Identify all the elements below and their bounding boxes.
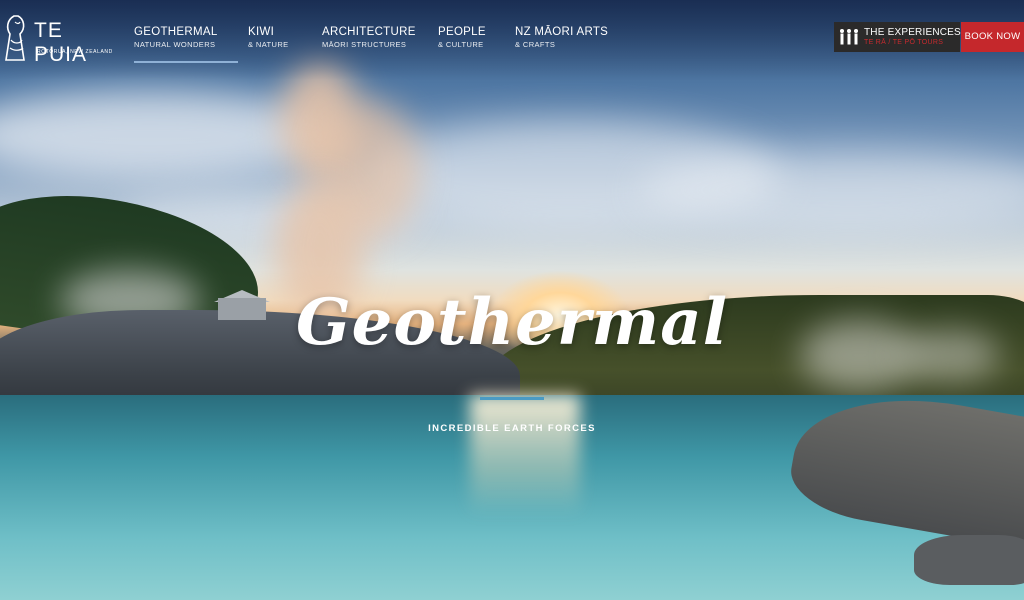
nav-subtitle: & CRAFTS <box>515 40 556 49</box>
nav-item-geothermal[interactable]: GEOTHERMAL NATURAL WONDERS <box>134 26 218 49</box>
te-puia-logo[interactable]: TE PUIA ROTORUA, NEW ZEALAND <box>2 14 113 66</box>
nav-item-architecture[interactable]: ARCHITECTURE MĀORI STRUCTURES <box>322 26 416 49</box>
nav-title: ARCHITECTURE <box>322 26 416 38</box>
active-nav-indicator <box>134 61 238 63</box>
experiences-subtitle: TE RĀ / TE PŌ TOURS <box>864 39 944 46</box>
hero-subtitle: INCREDIBLE EARTH FORCES <box>428 423 596 434</box>
nav-subtitle: NATURAL WONDERS <box>134 40 216 49</box>
nav-item-kiwi[interactable]: KIWI & NATURE <box>248 26 289 49</box>
people-group-icon <box>840 29 858 45</box>
nav-title: KIWI <box>248 26 275 38</box>
nav-title: GEOTHERMAL <box>134 26 218 38</box>
nav-item-nz-maori-arts[interactable]: NZ MĀORI ARTS & CRAFTS <box>515 26 608 49</box>
site-header: TE PUIA ROTORUA, NEW ZEALAND GEOTHERMAL … <box>0 0 1024 70</box>
experiences-button[interactable]: THE EXPERIENCES TE RĀ / TE PŌ TOURS <box>834 22 961 52</box>
maori-figure-icon <box>5 15 25 61</box>
nav-title: NZ MĀORI ARTS <box>515 26 609 38</box>
hero-title: Geothermal <box>295 285 729 360</box>
nav-title: PEOPLE <box>438 26 486 38</box>
hero-divider <box>480 397 544 400</box>
nav-item-people[interactable]: PEOPLE & CULTURE <box>438 26 486 49</box>
nav-subtitle: & CULTURE <box>438 40 484 49</box>
nav-subtitle: & NATURE <box>248 40 289 49</box>
brand-tagline: ROTORUA, NEW ZEALAND <box>37 49 113 55</box>
book-now-button[interactable]: BOOK NOW <box>961 22 1024 52</box>
nav-subtitle: MĀORI STRUCTURES <box>322 40 407 49</box>
experiences-title: THE EXPERIENCES <box>864 27 961 38</box>
brand-name: TE PUIA <box>34 19 88 66</box>
